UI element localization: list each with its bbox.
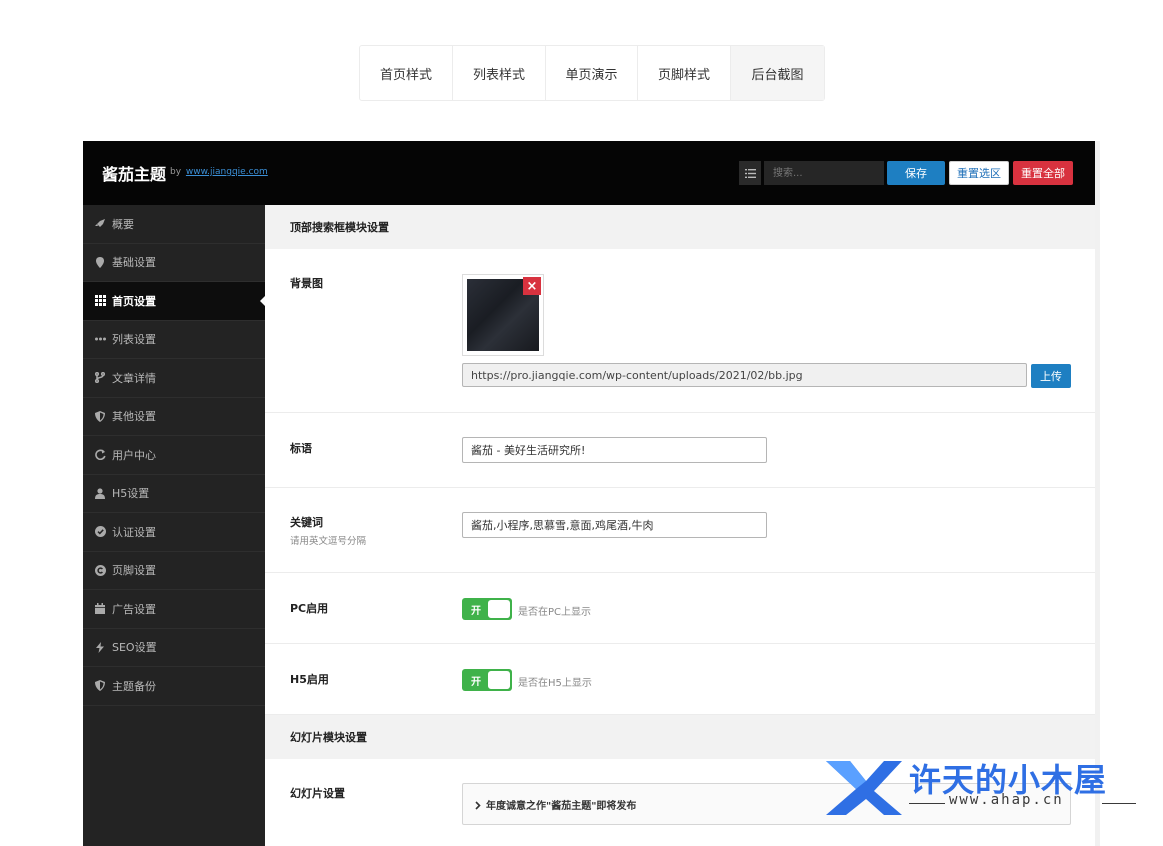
- bg-image-preview: ×: [462, 274, 544, 356]
- sidebar-item-label: 广告设置: [112, 602, 156, 616]
- section-header-slides: 幻灯片模块设置: [265, 715, 1095, 759]
- toggle-knob: [488, 671, 510, 689]
- watermark-url: www.ahap.cn: [949, 792, 1064, 808]
- row-keywords: 关键词 请用英文逗号分隔: [265, 488, 1095, 573]
- slogan-input[interactable]: [462, 437, 767, 463]
- sidebar: 概要 基础设置 首页设置 列表设置 文章详情 其他设置 用户中心 H5设置 认证…: [83, 205, 265, 846]
- pc-enable-toggle[interactable]: 开: [462, 598, 512, 620]
- reset-all-button[interactable]: 重置全部: [1013, 161, 1073, 185]
- h5-enable-desc: 是否在H5上显示: [518, 678, 592, 689]
- shield-icon: [94, 680, 106, 692]
- watermark: 许天的小木屋 www.ahap.cn: [822, 755, 1142, 825]
- toggle-on-text: 开: [471, 677, 481, 688]
- watermark-line-right: [1102, 803, 1136, 804]
- save-button[interactable]: 保存: [887, 161, 945, 185]
- admin-header: 酱茄主题 by www.jiangqie.com 保存 重置选区 重置全部: [83, 141, 1095, 205]
- code-fork-icon: [94, 372, 106, 384]
- sidebar-item-label: 概要: [112, 217, 134, 231]
- h5-enable-toggle[interactable]: 开: [462, 669, 512, 691]
- sidebar-item-basic[interactable]: 基础设置: [83, 244, 265, 282]
- bg-label: 背景图: [290, 277, 323, 290]
- sidebar-item-home[interactable]: 首页设置: [83, 282, 265, 321]
- keywords-label: 关键词: [290, 516, 323, 529]
- brand-title: 酱茄主题: [102, 165, 167, 184]
- brand-byline: by www.jiangqie.com: [170, 167, 268, 177]
- toggle-knob: [488, 600, 510, 618]
- pc-enable-desc: 是否在PC上显示: [518, 607, 592, 618]
- map-marker-icon: [94, 256, 106, 268]
- sidebar-item-label: 首页设置: [112, 294, 156, 308]
- list-icon: [744, 164, 756, 183]
- check-circle-icon: [94, 526, 106, 538]
- row-pc-enable: PC启用 开 是否在PC上显示: [265, 573, 1095, 644]
- sidebar-item-label: 主题备份: [112, 679, 156, 693]
- tab-list-style[interactable]: 列表样式: [453, 46, 546, 100]
- close-icon: ×: [526, 278, 538, 294]
- bolt-icon: [94, 641, 106, 653]
- scrollbar[interactable]: [1095, 141, 1100, 846]
- shield-icon: [94, 410, 106, 422]
- tab-admin-screenshot[interactable]: 后台截图: [731, 46, 824, 100]
- demo-tabs: 首页样式 列表样式 单页演示 页脚样式 后台截图: [359, 45, 825, 101]
- sidebar-item-ads[interactable]: 广告设置: [83, 590, 265, 629]
- sidebar-item-label: 列表设置: [112, 333, 156, 347]
- sidebar-item-label: 用户中心: [112, 448, 156, 462]
- keywords-hint: 请用英文逗号分隔: [290, 536, 367, 547]
- sidebar-item-article[interactable]: 文章详情: [83, 359, 265, 398]
- sidebar-item-user-center[interactable]: 用户中心: [83, 436, 265, 475]
- row-slogan: 标语: [265, 413, 1095, 488]
- search-input[interactable]: [764, 161, 884, 185]
- sidebar-item-label: 认证设置: [112, 525, 156, 539]
- sidebar-item-label: 基础设置: [112, 256, 156, 270]
- sidebar-item-seo[interactable]: SEO设置: [83, 629, 265, 667]
- sidebar-item-other[interactable]: 其他设置: [83, 398, 265, 436]
- tab-footer-style[interactable]: 页脚样式: [638, 46, 731, 100]
- admin-panel: 酱茄主题 by www.jiangqie.com 保存 重置选区 重置全部 概要…: [83, 141, 1100, 846]
- sidebar-item-label: 文章详情: [112, 371, 156, 385]
- brand-link[interactable]: www.jiangqie.com: [186, 167, 268, 177]
- refresh-icon: [94, 449, 106, 461]
- brand-by-text: by: [170, 167, 182, 177]
- pc-enable-label: PC启用: [290, 602, 329, 615]
- settings-content: 顶部搜索框模块设置 背景图 × 上传 标语 关键词 请用英文逗号分隔 PC启用: [265, 205, 1095, 846]
- sidebar-item-label: 其他设置: [112, 410, 156, 424]
- bg-url-input[interactable]: [462, 363, 1027, 387]
- expand-list-button[interactable]: [739, 161, 761, 185]
- calendar-icon: [94, 603, 106, 615]
- sidebar-item-list[interactable]: 列表设置: [83, 321, 265, 359]
- sidebar-item-label: H5设置: [112, 487, 150, 501]
- h5-enable-label: H5启用: [290, 673, 329, 686]
- rocket-icon: [94, 218, 106, 230]
- keywords-input[interactable]: [462, 512, 767, 538]
- watermark-line-left: [909, 803, 945, 804]
- user-icon: [94, 487, 106, 499]
- row-background-image: 背景图 × 上传: [265, 249, 1095, 413]
- reset-section-button[interactable]: 重置选区: [949, 161, 1009, 185]
- sidebar-item-footer[interactable]: 页脚设置: [83, 552, 265, 590]
- sidebar-item-label: 页脚设置: [112, 564, 156, 578]
- tab-single-page[interactable]: 单页演示: [546, 46, 638, 100]
- ellipsis-icon: [94, 333, 106, 345]
- upload-button[interactable]: 上传: [1031, 364, 1071, 388]
- section-header-search: 顶部搜索框模块设置: [265, 205, 1095, 249]
- toggle-on-text: 开: [471, 606, 481, 617]
- sidebar-item-label: SEO设置: [112, 641, 157, 655]
- sidebar-item-overview[interactable]: 概要: [83, 205, 265, 244]
- sidebar-item-backup[interactable]: 主题备份: [83, 667, 265, 706]
- copyright-icon: [94, 564, 106, 576]
- tab-home-style[interactable]: 首页样式: [360, 46, 453, 100]
- grid-icon: [94, 295, 106, 307]
- chevron-right-icon: [475, 795, 481, 814]
- sidebar-item-h5[interactable]: H5设置: [83, 475, 265, 513]
- remove-image-button[interactable]: ×: [523, 277, 541, 295]
- slide-item-title: 年度诚意之作"酱茄主题"即将发布: [486, 800, 637, 812]
- sidebar-item-auth[interactable]: 认证设置: [83, 513, 265, 552]
- slides-label: 幻灯片设置: [290, 787, 345, 800]
- watermark-logo-icon: [822, 755, 906, 823]
- row-h5-enable: H5启用 开 是否在H5上显示: [265, 644, 1095, 715]
- slogan-label: 标语: [290, 442, 312, 455]
